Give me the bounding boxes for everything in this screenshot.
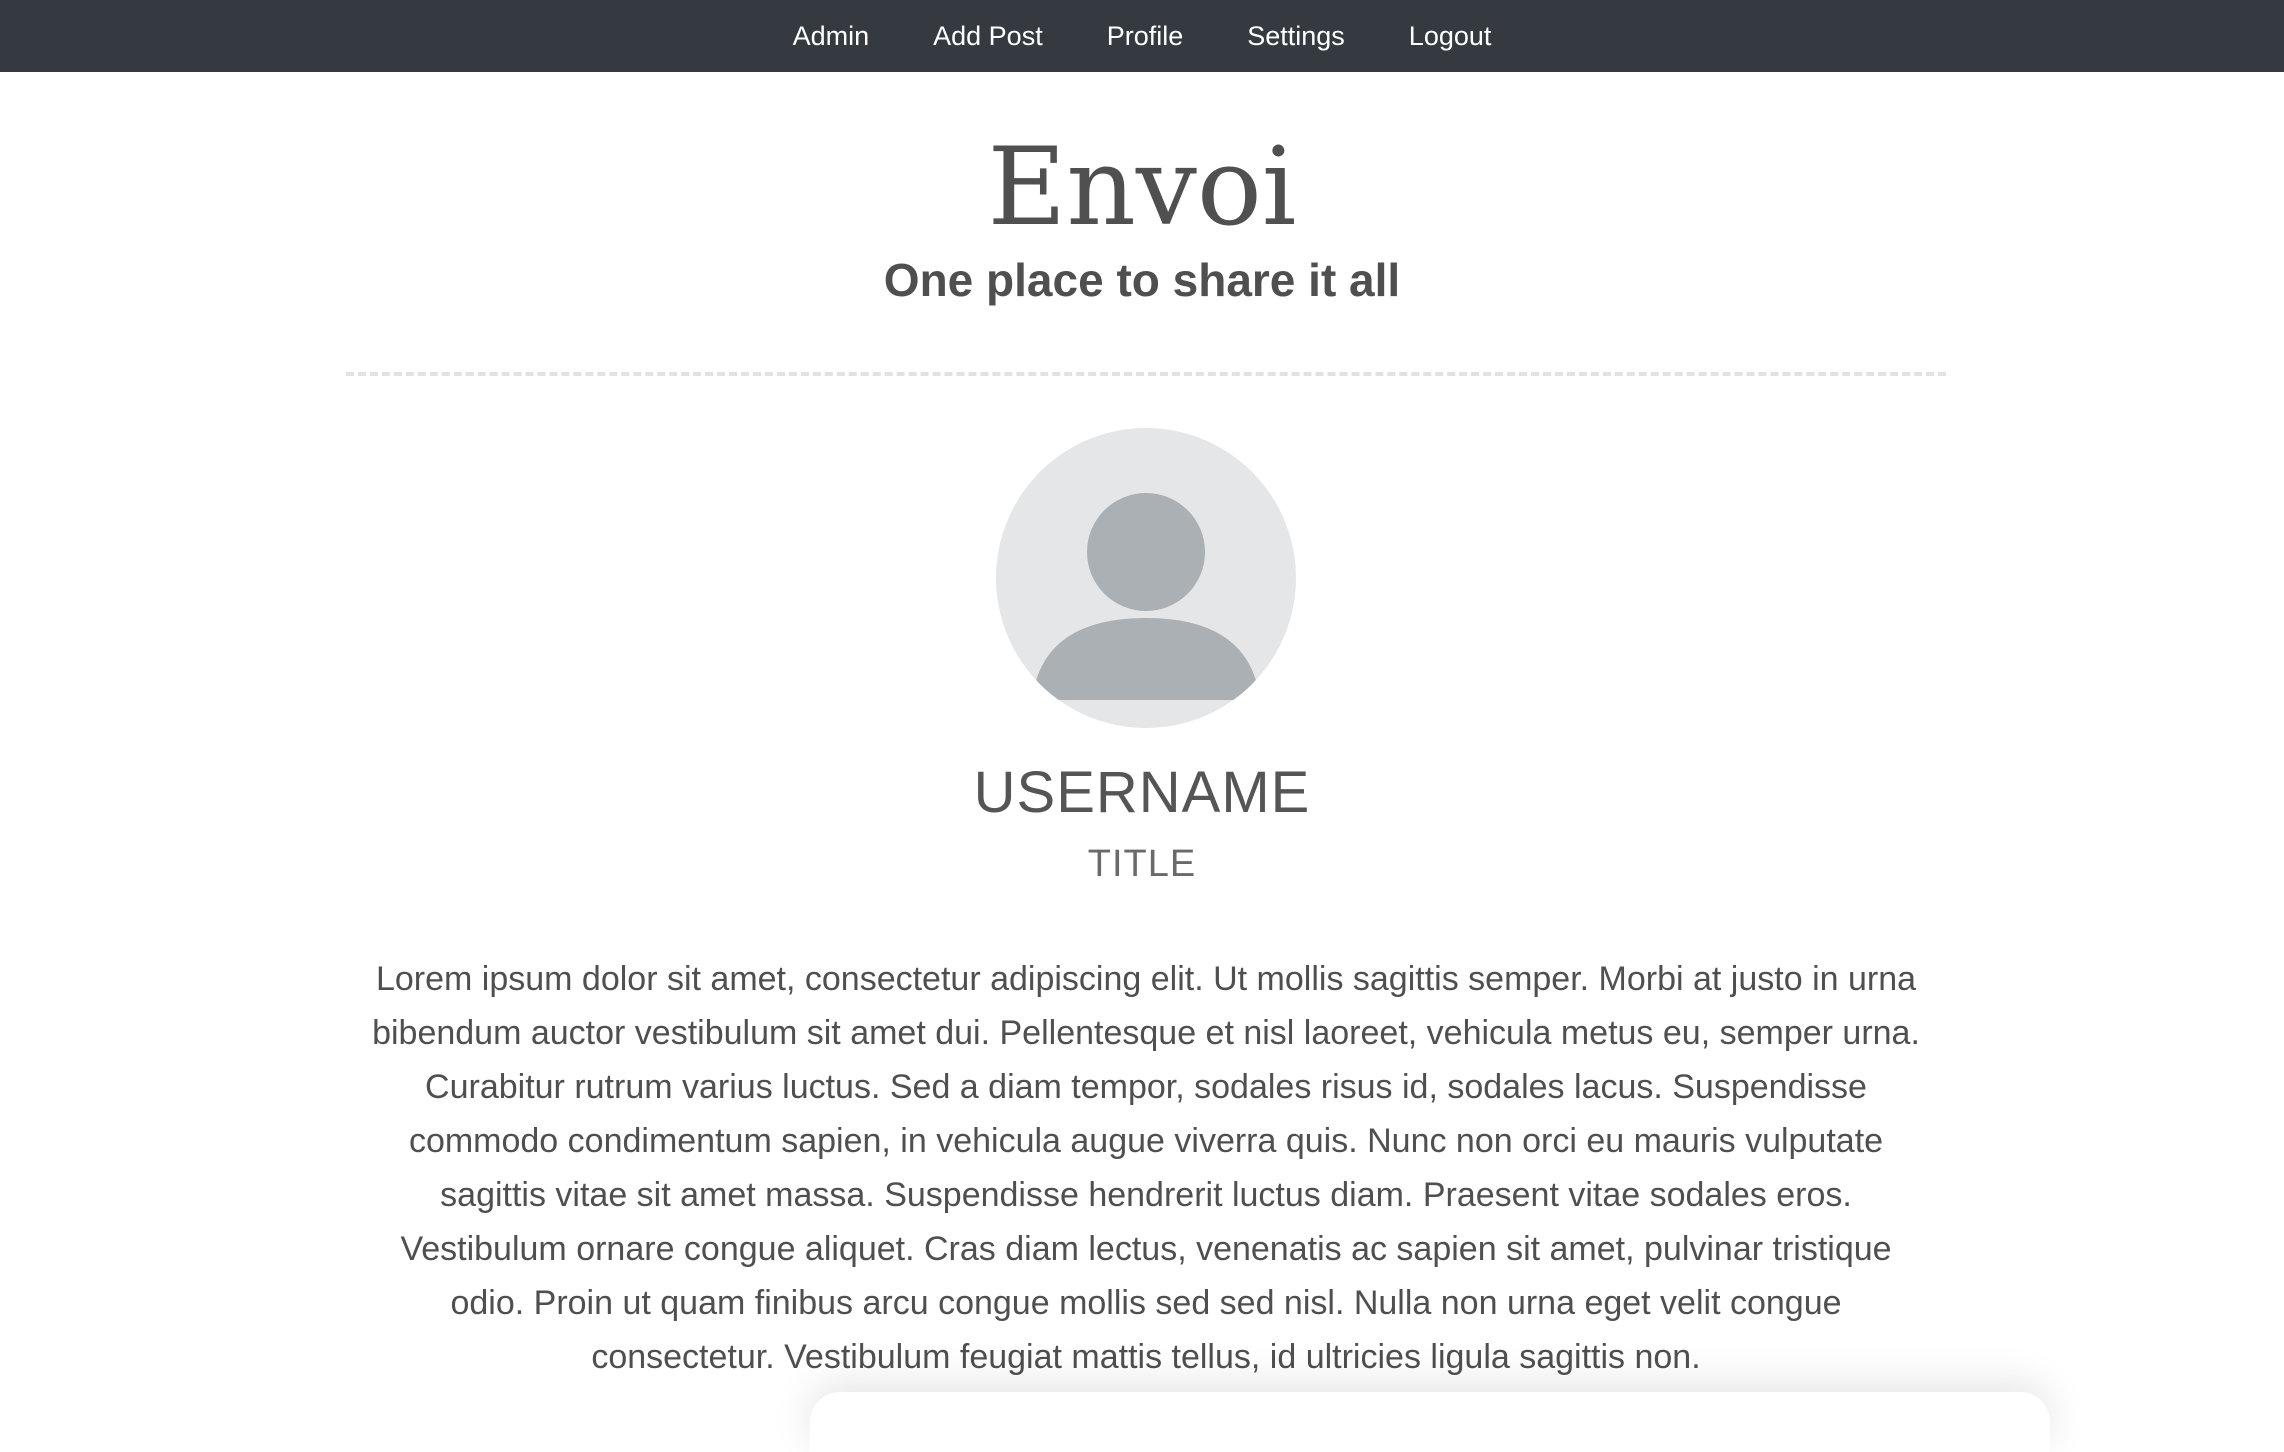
- nav-add-post-link[interactable]: Add Post: [901, 0, 1075, 72]
- header-divider: [346, 372, 1946, 376]
- nav-admin-link[interactable]: Admin: [761, 0, 902, 72]
- profile-username: USERNAME: [973, 760, 1311, 825]
- avatar: [996, 428, 1296, 728]
- nav-profile-link[interactable]: Profile: [1075, 0, 1216, 72]
- site-tagline: One place to share it all: [883, 254, 1401, 306]
- top-navbar: Admin Add Post Profile Settings Logout: [0, 0, 2284, 72]
- user-silhouette-icon: [996, 428, 1296, 728]
- profile-bio: Lorem ipsum dolor sit amet, consectetur …: [372, 960, 1920, 1376]
- bottom-overlay-panel: [810, 1392, 2050, 1452]
- site-brand-title: Envoi: [987, 125, 1297, 250]
- nav-logout-link[interactable]: Logout: [1377, 0, 1524, 72]
- profile-title: TITLE: [1087, 843, 1197, 885]
- nav-settings-link[interactable]: Settings: [1215, 0, 1377, 72]
